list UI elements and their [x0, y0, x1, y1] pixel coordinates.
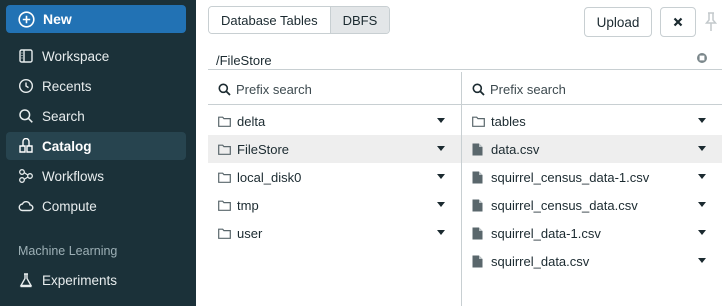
folder-name: FileStore — [237, 141, 290, 157]
folder-icon — [218, 198, 232, 212]
sidebar-section-label: Machine Learning — [18, 244, 118, 258]
close-button[interactable] — [660, 7, 696, 37]
sidebar-item-label: Recents — [42, 78, 92, 94]
row-menu-caret-icon[interactable] — [698, 146, 706, 151]
cloud-icon — [17, 197, 35, 215]
file-icon — [472, 198, 486, 212]
search-icon — [17, 107, 35, 125]
folder-row[interactable]: delta — [208, 107, 461, 135]
tab-dbfs[interactable]: DBFS — [329, 7, 390, 33]
row-menu-caret-icon[interactable] — [437, 202, 445, 207]
row-menu-caret-icon[interactable] — [698, 230, 706, 235]
sidebar-item-label: Workspace — [42, 48, 110, 64]
clock-icon — [17, 77, 35, 95]
tab-database-tables[interactable]: Database Tables — [209, 7, 330, 33]
pin-icon[interactable] — [704, 12, 718, 32]
file-icon — [472, 254, 486, 268]
file-pane: tables data.csv squirrel_census_data-1.csv… — [462, 72, 722, 306]
folder-icon — [218, 142, 232, 156]
folder-row[interactable]: tmp — [208, 191, 461, 219]
clear-path-icon[interactable] — [696, 51, 708, 63]
sidebar-item-experiments[interactable]: Experiments — [6, 266, 186, 294]
file-icon — [472, 226, 486, 240]
folder-name: tables — [491, 113, 526, 129]
path-bar: /FileStore — [208, 46, 722, 70]
row-menu-caret-icon[interactable] — [437, 174, 445, 179]
row-menu-caret-icon[interactable] — [698, 118, 706, 123]
sidebar-item-catalog[interactable]: Catalog — [6, 132, 186, 160]
sidebar-item-label: Compute — [42, 198, 97, 214]
sidebar-item-label: Search — [42, 108, 85, 124]
plus-circle-icon — [18, 10, 35, 28]
prefix-search-input-right[interactable] — [490, 82, 690, 97]
row-menu-caret-icon[interactable] — [698, 174, 706, 179]
folder-icon — [472, 114, 486, 128]
source-tabs: Database Tables DBFS — [208, 6, 391, 34]
prefix-search-right — [462, 75, 722, 105]
folder-icon — [218, 114, 232, 128]
catalog-icon — [17, 137, 35, 155]
row-menu-caret-icon[interactable] — [698, 258, 706, 263]
file-row[interactable]: squirrel_data-1.csv — [462, 219, 722, 247]
file-list: tables data.csv squirrel_census_data-1.csv… — [462, 107, 722, 275]
flask-icon — [17, 271, 35, 289]
folder-row[interactable]: FileStore — [208, 135, 461, 163]
file-name: squirrel_census_data.csv — [491, 197, 638, 213]
sidebar-item-workspace[interactable]: Workspace — [6, 42, 186, 70]
file-name: squirrel_data.csv — [491, 253, 590, 269]
folder-name: delta — [237, 113, 266, 129]
sidebar-item-compute[interactable]: Compute — [6, 192, 186, 220]
prefix-search-input-left[interactable] — [236, 82, 436, 97]
folder-name: user — [237, 225, 263, 241]
workspace-icon — [17, 47, 35, 65]
sidebar-item-search[interactable]: Search — [6, 102, 186, 130]
close-icon — [673, 17, 683, 27]
sidebar-item-workflows[interactable]: Workflows — [6, 162, 186, 190]
file-row[interactable]: squirrel_census_data-1.csv — [462, 163, 722, 191]
file-icon — [472, 170, 486, 184]
folder-pane: delta FileStore local_disk0tmp user — [208, 72, 461, 306]
new-button-label: New — [43, 11, 72, 27]
new-button[interactable]: New — [6, 5, 186, 33]
folder-name: tmp — [237, 197, 259, 213]
current-path: /FileStore — [216, 53, 272, 68]
folder-row[interactable]: user — [208, 219, 461, 247]
workflows-icon — [17, 167, 35, 185]
folder-row[interactable]: tables — [462, 107, 722, 135]
file-row[interactable]: squirrel_data.csv — [462, 247, 722, 275]
folder-icon — [218, 170, 232, 184]
file-icon — [472, 142, 486, 156]
upload-button[interactable]: Upload — [584, 7, 652, 37]
sidebar-item-label: Workflows — [42, 168, 105, 184]
file-name: data.csv — [491, 141, 540, 157]
sidebar-item-recents[interactable]: Recents — [6, 72, 186, 100]
sidebar: New Workspace Recents Search Catalog Wor… — [0, 0, 196, 306]
row-menu-caret-icon[interactable] — [437, 230, 445, 235]
sidebar-item-label: Experiments — [42, 272, 118, 288]
file-name: squirrel_census_data-1.csv — [491, 169, 650, 185]
folder-icon — [218, 226, 232, 240]
row-menu-caret-icon[interactable] — [437, 118, 445, 123]
folder-list: delta FileStore local_disk0tmp user — [208, 107, 461, 247]
search-icon — [472, 83, 486, 97]
sidebar-item-label: Catalog — [42, 138, 92, 154]
file-name: squirrel_data-1.csv — [491, 225, 601, 241]
row-menu-caret-icon[interactable] — [698, 202, 706, 207]
prefix-search-left — [208, 75, 461, 105]
search-icon — [218, 83, 232, 97]
app-root: New Workspace Recents Search Catalog Wor… — [0, 0, 724, 306]
file-row[interactable]: squirrel_census_data.csv — [462, 191, 722, 219]
row-menu-caret-icon[interactable] — [437, 146, 445, 151]
file-row[interactable]: data.csv — [462, 135, 722, 163]
folder-name: local_disk0 — [237, 169, 302, 185]
folder-row[interactable]: local_disk0 — [208, 163, 461, 191]
